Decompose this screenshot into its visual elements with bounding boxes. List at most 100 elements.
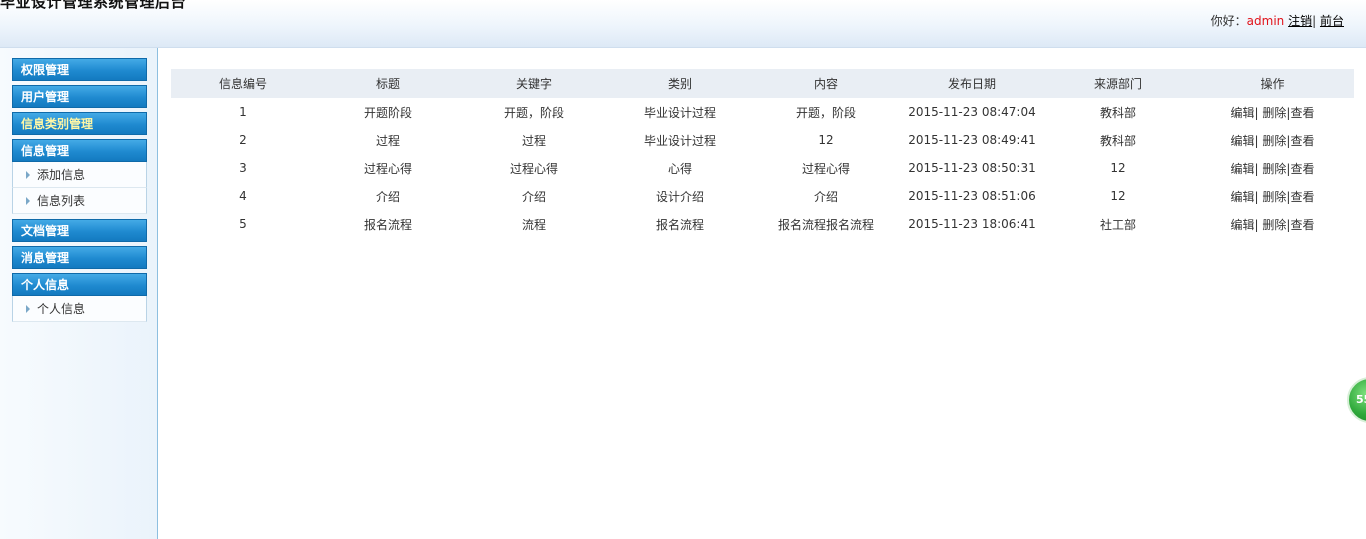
column-header: 发布日期	[899, 69, 1045, 98]
cell-content: 过程心得	[801, 161, 850, 176]
caret-right-icon	[26, 305, 30, 313]
menu-group-permissions: 权限管理	[12, 58, 147, 81]
cell-keywords: 过程	[521, 133, 546, 148]
greeting-label: 你好：	[1210, 14, 1247, 28]
cell-department: 12	[1110, 189, 1126, 203]
cell-category: 心得	[667, 161, 692, 176]
caret-right-icon	[26, 197, 30, 205]
separator: |	[1312, 14, 1317, 28]
view-link[interactable]: 查看	[1290, 134, 1314, 148]
edit-link[interactable]: 编辑	[1231, 162, 1255, 176]
view-link[interactable]: 查看	[1290, 190, 1314, 204]
table-row: 1 开题阶段 开题，阶段 毕业设计过程 开题，阶段 2015-11-23 08:…	[171, 98, 1354, 126]
cell-keywords: 过程心得	[509, 161, 558, 176]
cell-category: 报名流程	[655, 217, 704, 232]
cell-id: 3	[239, 161, 247, 175]
sidebar-item-add-info[interactable]: 添加信息	[12, 162, 147, 188]
cell-actions: 编辑| 删除|查看	[1191, 182, 1354, 210]
cell-content: 开题，阶段	[795, 105, 856, 120]
cell-actions: 编辑| 删除|查看	[1191, 126, 1354, 154]
cell-department: 教科部	[1099, 133, 1136, 148]
menu-group-documents: 文档管理	[12, 219, 147, 242]
cell-title: 报名流程	[363, 217, 412, 232]
sidebar-item-label: 添加信息	[37, 168, 86, 182]
column-header: 类别	[607, 69, 753, 98]
delete-link[interactable]: 删除	[1262, 218, 1286, 232]
separator: |	[1254, 105, 1259, 120]
cell-actions: 编辑| 删除|查看	[1191, 154, 1354, 182]
column-header: 操作	[1191, 69, 1354, 98]
cell-category: 毕业设计过程	[643, 105, 716, 120]
menu-group-messages: 消息管理	[12, 246, 147, 269]
user-bar: 你好：admin 注销| 前台	[1211, 12, 1344, 29]
cell-department: 社工部	[1099, 217, 1136, 232]
cell-title: 过程心得	[363, 161, 412, 176]
cell-actions: 编辑| 删除|查看	[1191, 210, 1354, 238]
separator: |	[1254, 133, 1259, 148]
frontend-link[interactable]: 前台	[1320, 14, 1344, 28]
menu-profile[interactable]: 个人信息	[12, 273, 147, 296]
separator: |	[1254, 217, 1259, 232]
menu-info[interactable]: 信息管理	[12, 139, 147, 162]
menu-group-info-category: 信息类别管理	[12, 112, 147, 135]
menu-documents[interactable]: 文档管理	[12, 219, 147, 242]
cell-date: 2015-11-23 18:06:41	[908, 217, 1036, 231]
cell-department: 12	[1110, 161, 1126, 175]
menu-users[interactable]: 用户管理	[12, 85, 147, 108]
view-link[interactable]: 查看	[1290, 106, 1314, 120]
column-header: 内容	[753, 69, 899, 98]
separator: |	[1254, 189, 1259, 204]
sidebar-item-profile[interactable]: 个人信息	[12, 296, 147, 322]
sidebar-item-label: 信息列表	[37, 194, 86, 208]
cell-title: 开题阶段	[363, 105, 412, 120]
cell-id: 4	[239, 189, 247, 203]
edit-link[interactable]: 编辑	[1231, 218, 1255, 232]
cell-content: 12	[818, 133, 834, 147]
delete-link[interactable]: 删除	[1262, 106, 1286, 120]
view-link[interactable]: 查看	[1290, 162, 1314, 176]
delete-link[interactable]: 删除	[1262, 134, 1286, 148]
edit-link[interactable]: 编辑	[1231, 134, 1255, 148]
cell-date: 2015-11-23 08:50:31	[908, 161, 1036, 175]
separator: |	[1254, 161, 1259, 176]
cell-category: 毕业设计过程	[643, 133, 716, 148]
sidebar-item-info-list[interactable]: 信息列表	[12, 188, 147, 214]
cell-keywords: 开题，阶段	[503, 105, 564, 120]
delete-link[interactable]: 删除	[1262, 162, 1286, 176]
edit-link[interactable]: 编辑	[1231, 106, 1255, 120]
menu-group-profile: 个人信息 个人信息	[12, 273, 147, 322]
cell-department: 教科部	[1099, 105, 1136, 120]
menu-info-category[interactable]: 信息类别管理	[12, 112, 147, 135]
column-header: 关键字	[461, 69, 607, 98]
table-row: 5 报名流程 流程 报名流程 报名流程报名流程 2015-11-23 18:06…	[171, 210, 1354, 238]
table-row: 4 介绍 介绍 设计介绍 介绍 2015-11-23 08:51:06 12 编…	[171, 182, 1354, 210]
menu-group-users: 用户管理	[12, 85, 147, 108]
username: admin	[1246, 14, 1285, 28]
column-header: 标题	[315, 69, 461, 98]
table-row: 2 过程 过程 毕业设计过程 12 2015-11-23 08:49:41 教科…	[171, 126, 1354, 154]
sidebar: 权限管理 用户管理 信息类别管理 信息管理 添加信息 信息列表 文档管理 消息管…	[0, 48, 158, 539]
menu-permissions[interactable]: 权限管理	[12, 58, 147, 81]
header: 毕业设计管理系统管理后台 你好：admin 注销| 前台	[0, 0, 1366, 48]
cell-title: 介绍	[375, 189, 400, 204]
menu-group-info: 信息管理 添加信息 信息列表	[12, 139, 147, 214]
cell-date: 2015-11-23 08:47:04	[908, 105, 1036, 119]
cell-id: 2	[239, 133, 247, 147]
cell-category: 设计介绍	[655, 189, 704, 204]
view-link[interactable]: 查看	[1290, 218, 1314, 232]
logout-link[interactable]: 注销	[1288, 14, 1312, 28]
menu-messages[interactable]: 消息管理	[12, 246, 147, 269]
cell-id: 1	[239, 105, 247, 119]
table-header-row: 信息编号 标题 关键字 类别 内容 发布日期 来源部门 操作	[171, 69, 1354, 98]
delete-link[interactable]: 删除	[1262, 190, 1286, 204]
cell-content: 介绍	[813, 189, 838, 204]
floating-badge[interactable]: 55	[1347, 377, 1366, 423]
caret-right-icon	[26, 171, 30, 179]
cell-date: 2015-11-23 08:49:41	[908, 133, 1036, 147]
column-header: 信息编号	[171, 69, 315, 98]
table-row: 3 过程心得 过程心得 心得 过程心得 2015-11-23 08:50:31 …	[171, 154, 1354, 182]
cell-content: 报名流程报名流程	[777, 217, 874, 232]
main-content: 信息编号 标题 关键字 类别 内容 发布日期 来源部门 操作 1 开题阶段 开题…	[171, 69, 1354, 238]
edit-link[interactable]: 编辑	[1231, 190, 1255, 204]
cell-date: 2015-11-23 08:51:06	[908, 189, 1036, 203]
